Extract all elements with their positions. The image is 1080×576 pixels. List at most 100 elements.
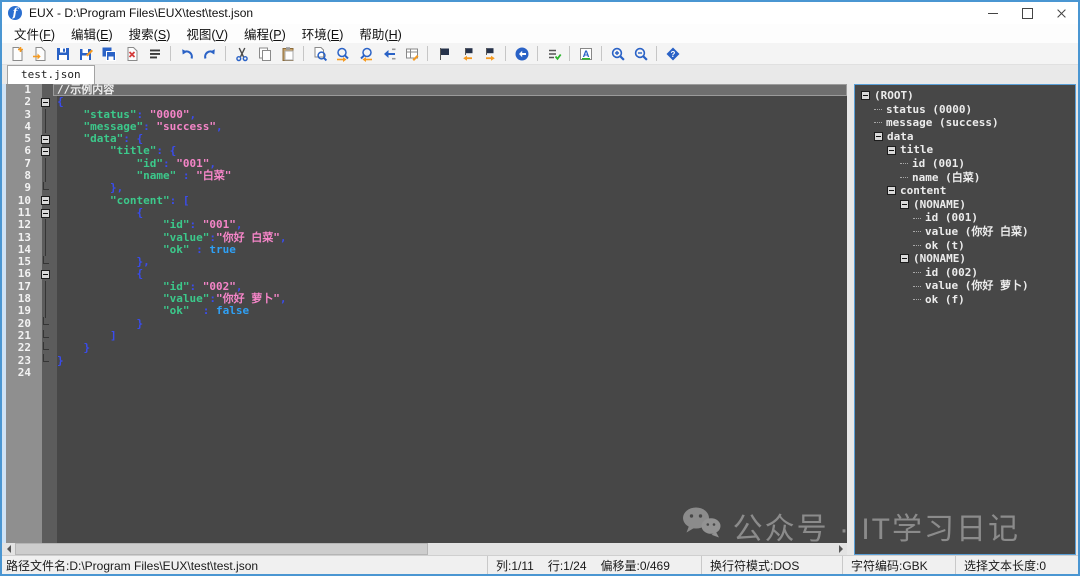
find-prev-button[interactable] (354, 44, 377, 64)
scrollbar-track[interactable] (428, 543, 834, 555)
tree-item-ok-t[interactable]: ok (t) (855, 239, 1075, 253)
code-line-24[interactable]: 24 (2, 367, 847, 379)
prev-bookmark-button[interactable] (455, 44, 478, 64)
fold-toggle-icon[interactable] (38, 145, 53, 157)
toolbar-separator (505, 46, 506, 61)
tree-item-content[interactable]: content (855, 184, 1075, 198)
open-file-button[interactable] (28, 44, 51, 64)
tree-collapse-icon[interactable] (887, 186, 896, 195)
syntax-color-button[interactable]: A (574, 44, 597, 64)
pane-splitter[interactable] (847, 84, 854, 555)
cut-button[interactable] (230, 44, 253, 64)
close-file-button[interactable] (120, 44, 143, 64)
toolbar-separator (170, 46, 171, 61)
tree-item-message-success[interactable]: message (success) (855, 116, 1075, 130)
toolbar-separator (569, 46, 570, 61)
copy-icon (257, 46, 273, 62)
minimize-button[interactable] (976, 2, 1010, 24)
zoom-out-button[interactable] (629, 44, 652, 64)
tree-collapse-icon[interactable] (900, 254, 909, 263)
tree-item-name[interactable]: name (白菜) (855, 171, 1075, 185)
menu-item-v[interactable]: 视图(V) (178, 24, 236, 43)
code-text: } (53, 355, 847, 367)
menu-item-p[interactable]: 编程(P) (236, 24, 294, 43)
code-editor[interactable]: 1//示例内容2{3 "status": "0000",4 "message":… (2, 84, 847, 543)
tree-item-status-0000[interactable]: status (0000) (855, 103, 1075, 117)
tree-item-value[interactable]: value (你好 白菜) (855, 225, 1075, 239)
status-file-path: 路径文件名:D:\Program Files\EUX\test\test.jso… (2, 556, 487, 574)
list-view-button[interactable] (143, 44, 166, 64)
code-line-8[interactable]: 8 "name" : "白菜" (2, 170, 847, 182)
scrollbar-thumb[interactable] (15, 543, 428, 555)
fold-toggle-icon[interactable] (38, 96, 53, 108)
tree-collapse-icon[interactable] (887, 146, 896, 155)
menu-item-e[interactable]: 编辑(E) (63, 24, 121, 43)
find-button[interactable] (308, 44, 331, 64)
code-line-22[interactable]: 22 } (2, 342, 847, 354)
save-as-button[interactable] (74, 44, 97, 64)
tree-collapse-icon[interactable] (900, 200, 909, 209)
fold-margin (38, 170, 53, 182)
fold-toggle-icon[interactable] (38, 133, 53, 145)
toolbar-separator (303, 46, 304, 61)
code-line-23[interactable]: 23} (2, 355, 847, 367)
fold-toggle-icon[interactable] (38, 207, 53, 219)
tree-item-value[interactable]: value (你好 萝卜) (855, 279, 1075, 293)
code-line-21[interactable]: 21 ] (2, 330, 847, 342)
tree-item-data[interactable]: data (855, 130, 1075, 144)
tree-item-noname[interactable]: (NONAME) (855, 252, 1075, 266)
redo-button[interactable] (198, 44, 221, 64)
tab-test.json[interactable]: test.json (7, 65, 95, 84)
menu-item-h[interactable]: 帮助(H) (351, 24, 409, 43)
fold-margin (38, 367, 53, 379)
tree-item-root[interactable]: (ROOT) (855, 89, 1075, 103)
scroll-left-button[interactable] (2, 543, 15, 555)
fold-margin (38, 293, 53, 305)
find-next-icon (335, 46, 351, 62)
close-button[interactable] (1044, 2, 1078, 24)
paste-button[interactable] (276, 44, 299, 64)
code-line-20[interactable]: 20 } (2, 318, 847, 330)
new-file-button[interactable] (5, 44, 28, 64)
syntax-color-icon: A (578, 46, 594, 62)
maximize-button[interactable] (1010, 2, 1044, 24)
tree-item-title[interactable]: title (855, 143, 1075, 157)
code-text: "content": [ (53, 195, 847, 207)
toolbar-separator (427, 46, 428, 61)
tree-connector (913, 218, 921, 219)
save-all-button[interactable] (97, 44, 120, 64)
undo-button[interactable] (175, 44, 198, 64)
tree-item-noname[interactable]: (NONAME) (855, 198, 1075, 212)
tree-collapse-icon[interactable] (874, 132, 883, 141)
tree-connector (913, 272, 921, 273)
bookmark-button[interactable] (432, 44, 455, 64)
zoom-in-button[interactable] (606, 44, 629, 64)
replace-button[interactable] (400, 44, 423, 64)
menu-item-e[interactable]: 环境(E) (294, 24, 352, 43)
back-button[interactable] (510, 44, 533, 64)
tree-item-id-001[interactable]: id (001) (855, 211, 1075, 225)
tree-item-ok-f[interactable]: ok (f) (855, 293, 1075, 307)
fold-toggle-icon[interactable] (38, 195, 53, 207)
find-next-button[interactable] (331, 44, 354, 64)
fold-margin (38, 330, 53, 342)
save-button[interactable] (51, 44, 74, 64)
tree-item-id-002[interactable]: id (002) (855, 266, 1075, 280)
tree-label: value (你好 萝卜) (925, 279, 1029, 293)
fold-toggle-icon[interactable] (38, 268, 53, 280)
code-line-1[interactable]: 1//示例内容 (2, 84, 847, 96)
copy-button[interactable] (253, 44, 276, 64)
status-bar: 路径文件名:D:\Program Files\EUX\test\test.jso… (2, 555, 1078, 574)
scroll-right-button[interactable] (834, 543, 847, 555)
next-bookmark-button[interactable] (478, 44, 501, 64)
goto-line-button[interactable] (377, 44, 400, 64)
tree-item-id-001[interactable]: id (001) (855, 157, 1075, 171)
about-button[interactable]: ? (661, 44, 684, 64)
menu-item-s[interactable]: 搜索(S) (121, 24, 179, 43)
fold-margin (38, 281, 53, 293)
menu-item-f[interactable]: 文件(F) (6, 24, 63, 43)
editor-pane: 1//示例内容2{3 "status": "0000",4 "message":… (2, 84, 847, 555)
tree-collapse-icon[interactable] (861, 91, 870, 100)
checklist-button[interactable] (542, 44, 565, 64)
line-number: 1 (2, 84, 38, 96)
